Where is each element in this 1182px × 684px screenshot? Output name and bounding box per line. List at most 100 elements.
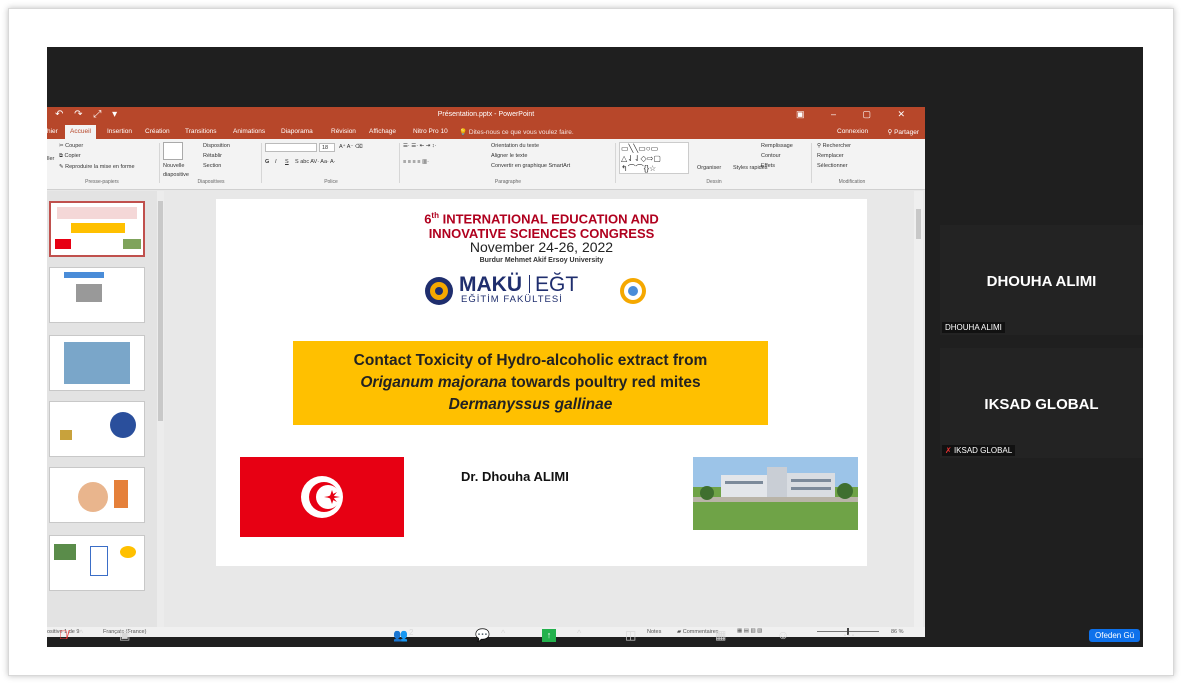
bold-button[interactable]: G bbox=[265, 158, 269, 167]
outline-button[interactable]: Contour bbox=[761, 152, 781, 161]
meeting-toolbar: 🎙̸ ^ ▣̸ 👥 2 💬 ^ ↑ ^ ◫ ▦ ☺ ⋯ Ofeden Gü bbox=[47, 625, 1143, 647]
replace-button[interactable]: Remplacer bbox=[817, 152, 844, 161]
font-group: 18 A⁺ A⁻ ⌫ G I S S abc AV· Aa· A· Police bbox=[265, 142, 397, 185]
font-name-input[interactable] bbox=[265, 143, 317, 152]
align-text-button[interactable]: Aligner le texte bbox=[491, 152, 527, 161]
tab-design[interactable]: Création bbox=[145, 128, 170, 135]
format-painter-button[interactable]: ✎ Reproduire la mise en forme bbox=[59, 163, 135, 172]
new-slide-icon[interactable] bbox=[163, 142, 183, 160]
author-name: Dr. Dhouha ALIMI bbox=[461, 469, 569, 484]
chevron-up-icon[interactable]: ^ bbox=[501, 628, 505, 638]
group-label: Modification bbox=[838, 179, 866, 185]
slide-thumbnail[interactable] bbox=[49, 401, 145, 457]
paste-button[interactable]: ller bbox=[47, 155, 54, 164]
tunisia-flag-icon bbox=[301, 476, 343, 518]
name-badge[interactable]: Ofeden Gü bbox=[1089, 629, 1141, 642]
title-line-1: Contact Toxicity of Hydro-alcoholic extr… bbox=[353, 352, 708, 369]
font-size-input[interactable]: 18 bbox=[319, 143, 335, 152]
record-icon[interactable]: ◫ bbox=[625, 628, 636, 642]
share-button[interactable]: ⚲ Partager bbox=[887, 128, 919, 136]
tunisia-flag bbox=[240, 457, 404, 537]
slide-canvas[interactable]: 6th INTERNATIONAL EDUCATION AND INNOVATI… bbox=[216, 199, 867, 566]
window-title: Présentation.pptx - PowerPoint bbox=[437, 111, 535, 118]
thumb-image bbox=[54, 544, 76, 560]
thumb-image bbox=[60, 430, 72, 440]
tab-home[interactable]: Accueil bbox=[65, 125, 96, 139]
tab-insert[interactable]: Insertion bbox=[107, 128, 132, 135]
tab-view[interactable]: Affichage bbox=[369, 128, 396, 135]
person-icon: ⚲ bbox=[887, 129, 893, 136]
group-label: Paragraphe bbox=[494, 179, 522, 185]
zoom-meeting-window: ↶ ↷ ⤢ ▾ Présentation.pptx - PowerPoint ▣… bbox=[47, 47, 1143, 647]
align-icons[interactable]: ≡ ≡ ≡ ≡ ▥· bbox=[403, 158, 429, 167]
ribbon: ller ✂ Couper ⧉ Copier ✎ Reproduire la m… bbox=[47, 139, 925, 190]
smartart-button[interactable]: Convertir en graphique SmartArt bbox=[491, 162, 570, 171]
maku-logo: MAKÜ EĞT EĞİTİM FAKÜLTESİ bbox=[421, 273, 661, 305]
mute-microphone-icon[interactable]: 🎙̸ bbox=[59, 628, 68, 642]
underline-button[interactable]: S bbox=[285, 158, 289, 167]
slide-thumbnail[interactable] bbox=[49, 267, 145, 323]
title-line-2: Origanum majorana towards poultry red mi… bbox=[360, 374, 701, 391]
thumb-shape bbox=[90, 546, 108, 576]
fill-button[interactable]: Remplissage bbox=[761, 142, 793, 151]
reset-button[interactable]: Rétablir bbox=[203, 152, 222, 161]
participant-tile[interactable]: IKSAD GLOBAL ✗ IKSAD GLOBAL bbox=[940, 348, 1143, 458]
thumb-circle bbox=[78, 482, 108, 512]
section-button[interactable]: Section bbox=[203, 162, 221, 171]
lightbulb-icon: 💡 bbox=[459, 129, 468, 136]
select-button[interactable]: Sélectionner bbox=[817, 162, 848, 171]
slide-thumbnail[interactable] bbox=[49, 535, 145, 591]
share-screen-icon[interactable]: ↑ bbox=[542, 629, 556, 642]
slide-thumbnail[interactable] bbox=[49, 467, 145, 523]
slide-thumbnail[interactable] bbox=[49, 201, 145, 257]
thumbnail-scrollbar[interactable] bbox=[157, 191, 164, 627]
divider bbox=[261, 143, 262, 183]
arrange-button[interactable]: Organiser bbox=[697, 164, 721, 173]
chevron-up-icon[interactable]: ^ bbox=[577, 628, 581, 638]
tab-animations[interactable]: Animations bbox=[233, 128, 265, 135]
editing-group: ⚲ Rechercher Remplacer Sélectionner Modi… bbox=[817, 142, 887, 185]
clipboard-group: ller ✂ Couper ⧉ Copier ✎ Reproduire la m… bbox=[47, 142, 157, 185]
tab-nitro[interactable]: Nitro Pro 10 bbox=[413, 128, 448, 135]
cut-button[interactable]: ✂ Couper bbox=[59, 142, 83, 151]
scroll-thumb[interactable] bbox=[916, 209, 921, 239]
apps-icon[interactable]: ▦ bbox=[715, 628, 726, 642]
tell-me-box[interactable]: 💡 Dites-nous ce que vous voulez faire. bbox=[459, 128, 574, 136]
italic-button[interactable]: I bbox=[275, 158, 277, 167]
tab-file[interactable]: hier bbox=[47, 128, 58, 135]
thumb-image bbox=[76, 284, 102, 302]
tab-review[interactable]: Révision bbox=[331, 128, 356, 135]
group-label: Diapositives bbox=[197, 179, 225, 185]
scroll-thumb[interactable] bbox=[158, 201, 163, 421]
slides-group: Nouvelle diapositive Disposition Rétabli… bbox=[163, 142, 259, 185]
title-line-3: Dermanyssus gallinae bbox=[448, 396, 613, 413]
slide-thumbnail[interactable] bbox=[49, 335, 145, 391]
more-icon[interactable]: ⋯ bbox=[843, 628, 855, 642]
participant-label: DHOUHA ALIMI bbox=[942, 322, 1005, 333]
tab-transitions[interactable]: Transitions bbox=[185, 128, 217, 135]
find-button[interactable]: ⚲ Rechercher bbox=[817, 142, 851, 151]
font-grow-icons[interactable]: A⁺ A⁻ ⌫ bbox=[339, 143, 363, 152]
layout-button[interactable]: Disposition bbox=[203, 142, 230, 151]
participant-tile[interactable]: DHOUHA ALIMI DHOUHA ALIMI bbox=[940, 225, 1143, 335]
font-format-icons[interactable]: S abc AV· Aa· A· bbox=[295, 158, 336, 167]
building-image bbox=[693, 457, 858, 530]
reactions-icon[interactable]: ☺ bbox=[777, 628, 789, 642]
window-controls[interactable]: ▣ – ▢ ✕ bbox=[796, 109, 917, 120]
slide-scrollbar[interactable] bbox=[914, 191, 923, 627]
stop-video-icon[interactable]: ▣̸ bbox=[119, 628, 130, 642]
tab-slideshow[interactable]: Diaporama bbox=[281, 128, 313, 135]
participants-count: 2 bbox=[409, 628, 414, 637]
shapes-gallery[interactable]: ▭╲╲▭○▭ △⇃⇃◇⇨▢ ↰⌒⌒{}☆ bbox=[619, 142, 689, 174]
mic-muted-icon: ✗ bbox=[945, 446, 954, 455]
sign-in-link[interactable]: Connexion bbox=[837, 128, 868, 135]
effects-button[interactable]: Effets bbox=[761, 162, 775, 171]
participants-icon[interactable]: 👥 bbox=[393, 628, 408, 642]
ribbon-tabs: hier Accueil Insertion Création Transiti… bbox=[47, 124, 925, 139]
text-direction-button[interactable]: Orientation du texte bbox=[491, 142, 539, 151]
participant-name: DHOUHA ALIMI bbox=[986, 273, 1097, 290]
chat-icon[interactable]: 💬 bbox=[475, 628, 490, 642]
list-icons[interactable]: ☰· ☰· ⇤ ⇥ ↕· bbox=[403, 142, 436, 151]
copy-button[interactable]: ⧉ Copier bbox=[59, 152, 81, 161]
chevron-up-icon[interactable]: ^ bbox=[79, 628, 83, 638]
